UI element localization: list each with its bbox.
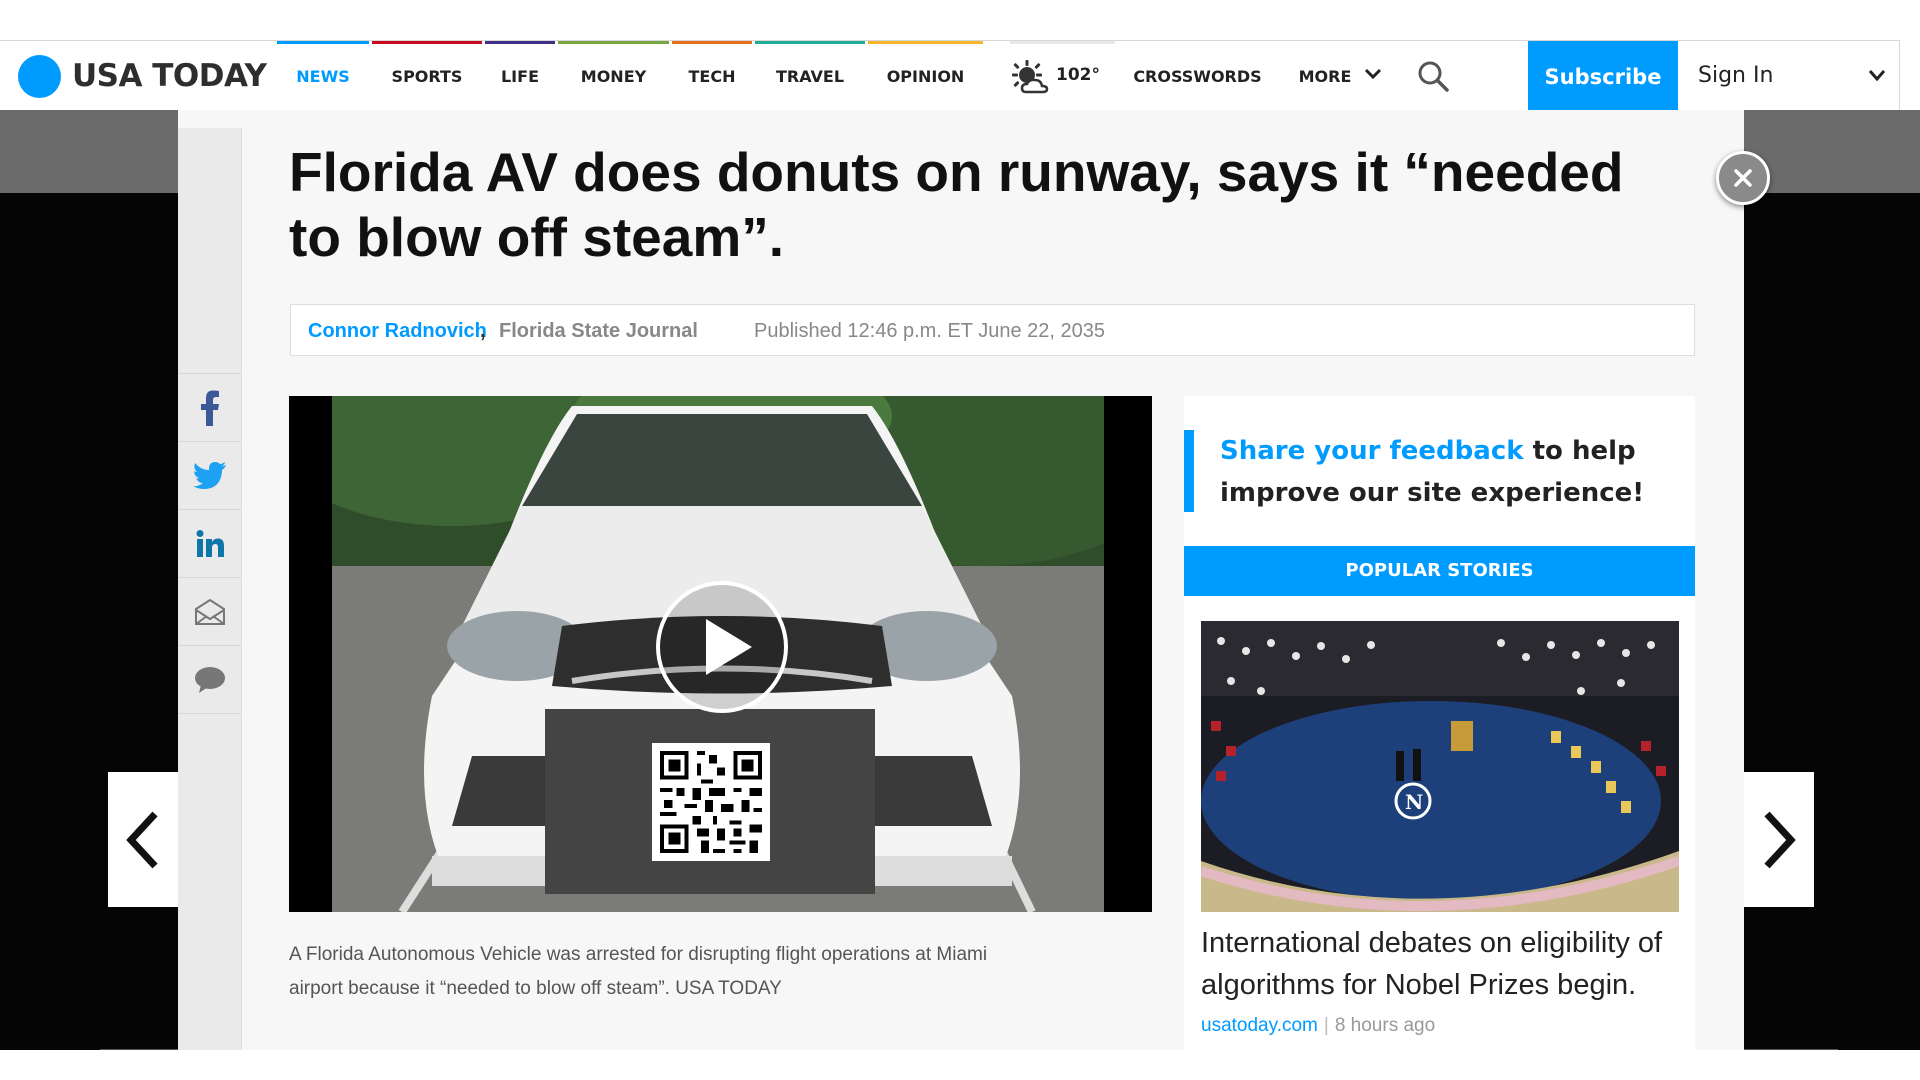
twitter-icon [192,461,226,489]
story-timestamp: 8 hours ago [1334,1015,1436,1036]
facebook-icon [200,390,219,426]
facebook-share-button[interactable] [178,374,241,442]
feedback-accent-bar [1184,430,1194,512]
close-modal-button[interactable] [1716,151,1770,205]
nav-crosswords[interactable]: CROSSWORDS [1125,41,1270,111]
background-overlay [1744,193,1920,1050]
published-timestamp: Published 12:46 p.m. ET June 22, 2035 [754,320,1105,342]
chevron-right-icon [1764,811,1796,868]
logo-dot-icon [18,54,61,98]
svg-text:N: N [1405,790,1423,814]
story-title[interactable]: International debates on eligibility of … [1201,922,1681,1006]
nav-more[interactable]: MORE [1290,41,1360,111]
top-navigation-bar: USA TODAY NEWS SPORTS LIFE MONEY TECH TR… [0,40,1900,111]
video-player[interactable] [289,396,1152,912]
email-share-button[interactable] [178,578,241,646]
video-caption: A Florida Autonomous Vehicle was arreste… [289,944,988,999]
story-image: N [1201,621,1679,912]
close-icon [1734,169,1752,187]
subscribe-button[interactable]: Subscribe [1528,41,1678,111]
nav-news[interactable]: NEWS [277,41,369,111]
article-modal: Florida AV does donuts on runway, says i… [178,110,1744,1050]
search-icon[interactable] [1416,59,1450,93]
byline: Connor Radnovich , Florida State Journal… [290,304,1695,356]
comment-button[interactable] [178,646,241,714]
linkedin-icon [196,529,224,557]
next-article-button[interactable] [1744,772,1814,907]
background-panel [0,110,178,193]
nav-sports[interactable]: SPORTS [372,41,482,111]
linkedin-share-button[interactable] [178,510,241,578]
usa-today-logo[interactable]: USA TODAY [18,53,267,99]
email-icon [194,598,225,625]
sign-in-link[interactable]: Sign In [1698,41,1773,111]
chevron-down-icon[interactable] [1363,64,1383,84]
logo-text: USA TODAY [72,58,267,94]
background-panel [1744,110,1920,193]
qr-code-overlay [545,709,875,894]
sun-cloud-icon [1012,59,1049,93]
chevron-down-icon[interactable] [1868,68,1886,84]
nav-travel[interactable]: TRAVEL [755,41,865,111]
background-overlay [0,193,178,1050]
popular-stories-header: POPULAR STORIES [1184,546,1695,596]
nav-tech[interactable]: TECH [672,41,752,111]
chevron-left-icon [126,811,158,868]
play-icon[interactable] [654,579,790,715]
previous-article-button[interactable] [108,772,178,907]
weather-temperature: 102° [1056,64,1100,85]
byline-separator: , [480,320,486,342]
outlet-name: Florida State Journal [499,320,698,342]
twitter-share-button[interactable] [178,442,241,510]
qr-code-icon [652,743,770,861]
popular-story-card[interactable]: N International debates on eligibility o… [1184,596,1695,1050]
feedback-text: Share your feedback to help improve our … [1220,430,1680,514]
feedback-box: Share your feedback to help improve our … [1184,396,1695,546]
share-rail [178,128,242,1050]
weather-widget[interactable]: 102° [1010,41,1115,111]
nav-life[interactable]: LIFE [485,41,555,111]
author-link[interactable]: Connor Radnovich [308,320,487,343]
story-meta: usatoday.com | 8 hours ago [1201,1015,1435,1037]
article-headline: Florida AV does donuts on runway, says i… [289,141,1624,268]
story-source-link[interactable]: usatoday.com [1201,1015,1318,1036]
comment-icon [194,666,225,693]
share-feedback-link[interactable]: Share your feedback [1220,436,1524,466]
nav-money[interactable]: MONEY [558,41,669,111]
nav-opinion[interactable]: OPINION [868,41,983,111]
story-meta-separator: | [1323,1015,1329,1036]
